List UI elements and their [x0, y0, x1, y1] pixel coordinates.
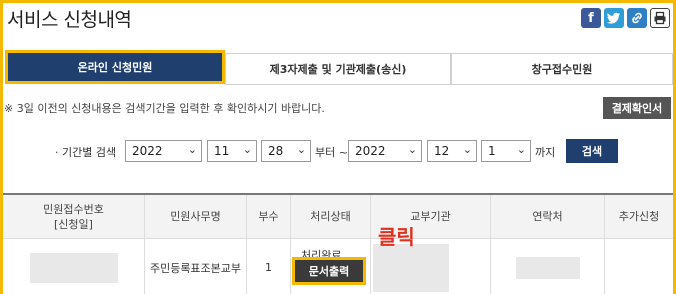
- tab-bar: 온라인 신청민원 제3자제출 및 기관제출(송신) 창구접수민원: [3, 47, 673, 87]
- tab-online-application[interactable]: 온라인 신청민원: [5, 50, 225, 84]
- payment-receipt-button[interactable]: 결제확인서: [603, 97, 671, 119]
- chevron-down-icon: ⌄: [296, 143, 306, 156]
- col-contact: 연락처: [491, 195, 605, 239]
- chevron-down-icon: ⌄: [407, 143, 417, 156]
- col-status: 처리상태: [291, 195, 371, 239]
- search-button[interactable]: 검색: [566, 139, 618, 163]
- link-icon[interactable]: [627, 8, 647, 28]
- page-title: 서비스 신청내역: [7, 9, 132, 31]
- to-month-select[interactable]: 12 ⌄: [427, 140, 477, 162]
- click-annotation: 클릭: [378, 225, 415, 249]
- from-month-select[interactable]: 11 ⌄: [207, 140, 257, 162]
- col-receipt-number: 민원접수번호 [신청일]: [3, 195, 145, 239]
- facebook-icon[interactable]: f: [581, 8, 601, 28]
- page-header: 서비스 신청내역 f: [3, 3, 673, 39]
- col-copies: 부수: [247, 195, 291, 239]
- notice-text: ※ 3일 이전의 신청내용은 검색기간을 입력한 후 확인하시기 바랍니다.: [4, 102, 325, 115]
- to-suffix: 까지: [535, 146, 556, 159]
- to-year-select[interactable]: 2022 ⌄: [348, 140, 422, 162]
- tab-third-party-submission[interactable]: 제3자제출 및 기관제출(송신): [225, 53, 451, 85]
- table-row: [3, 239, 145, 294]
- twitter-icon[interactable]: [604, 8, 624, 28]
- document-print-button[interactable]: 문서출력: [292, 257, 366, 285]
- tab-counter-application[interactable]: 창구접수민원: [451, 53, 673, 85]
- print-icon[interactable]: [650, 8, 670, 28]
- from-day-select[interactable]: 28 ⌄: [261, 140, 311, 162]
- chevron-down-icon: ⌄: [516, 143, 526, 156]
- chevron-down-icon: ⌄: [462, 143, 472, 156]
- to-day-select[interactable]: 1 ⌄: [481, 140, 531, 162]
- redacted-receipt-number: [29, 252, 118, 283]
- period-label: · 기간별 검색: [55, 146, 117, 159]
- redacted-contact: [515, 256, 580, 279]
- from-suffix: 부터 ~: [315, 146, 348, 159]
- redacted-agency: [372, 243, 449, 292]
- col-additional-request: 추가신청: [605, 195, 673, 239]
- chevron-down-icon: ⌄: [187, 143, 197, 156]
- cell-copies: 1: [247, 239, 291, 294]
- col-service-name: 민원사무명: [145, 195, 247, 239]
- cell-service-name: 주민등록표조본교부: [145, 239, 247, 294]
- cell-contact: [491, 239, 605, 294]
- cell-additional: [605, 239, 673, 294]
- from-year-select[interactable]: 2022 ⌄: [125, 140, 202, 162]
- chevron-down-icon: ⌄: [242, 143, 252, 156]
- period-search: · 기간별 검색 2022 ⌄ 11 ⌄ 28 ⌄ 부터 ~ 2022 ⌄ 12 ⌄ 1 ⌄…: [3, 130, 673, 176]
